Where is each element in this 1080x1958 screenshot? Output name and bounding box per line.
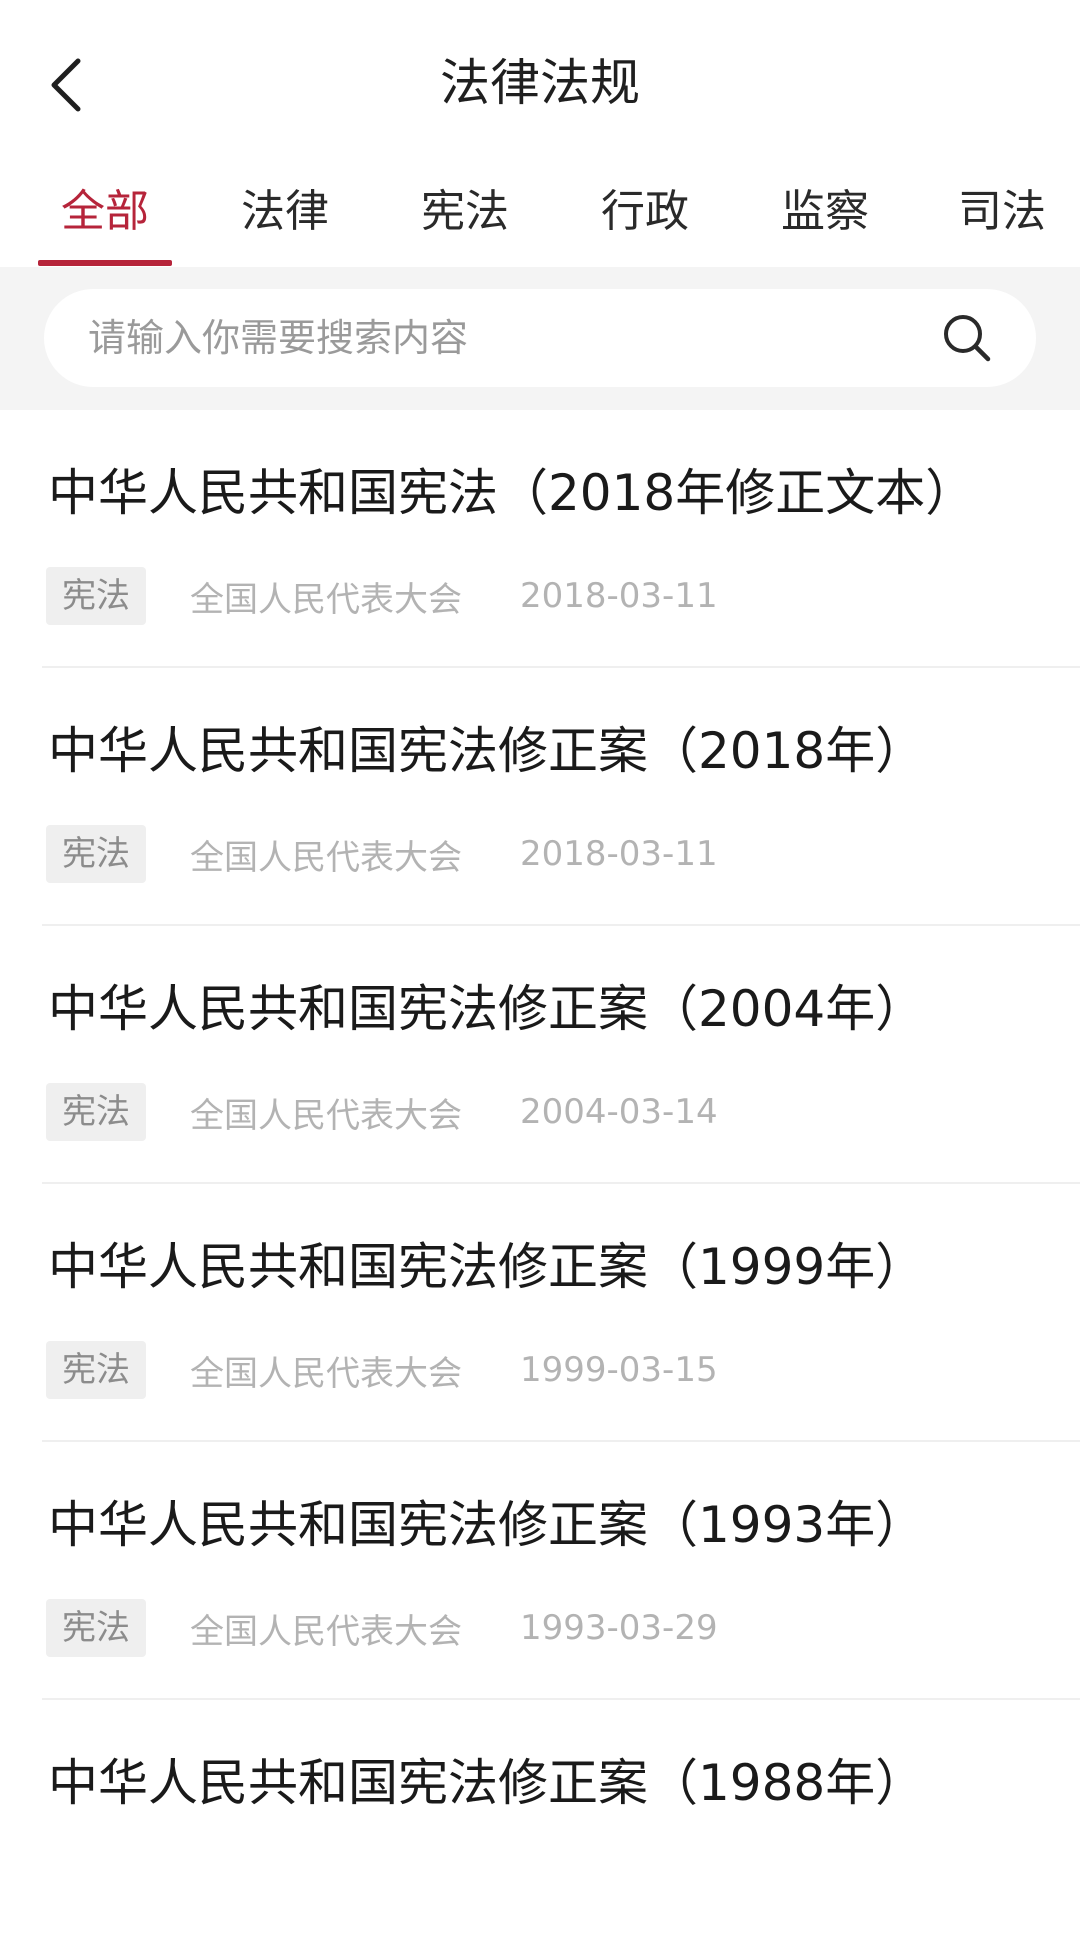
category-tag: 宪法 bbox=[46, 567, 146, 625]
search-icon[interactable] bbox=[940, 311, 994, 365]
tab-supervision[interactable]: 监察 bbox=[735, 177, 915, 267]
search-box bbox=[44, 289, 1036, 387]
list-item[interactable]: 中华人民共和国宪法修正案（1993年） 宪法 全国人民代表大会 1993-03-… bbox=[42, 1442, 1080, 1700]
item-source: 全国人民代表大会 bbox=[190, 1611, 462, 1652]
list-item[interactable]: 中华人民共和国宪法（2018年修正文本） 宪法 全国人民代表大会 2018-03… bbox=[42, 410, 1080, 668]
list-item[interactable]: 中华人民共和国宪法修正案（1999年） 宪法 全国人民代表大会 1999-03-… bbox=[42, 1184, 1080, 1442]
tab-label: 司法 bbox=[958, 186, 1046, 237]
tab-label: 宪法 bbox=[421, 186, 509, 237]
law-list: 中华人民共和国宪法（2018年修正文本） 宪法 全国人民代表大会 2018-03… bbox=[0, 410, 1080, 1958]
header-bar: 法律法规 bbox=[0, 0, 1080, 165]
tab-judicial[interactable]: 司法 bbox=[912, 177, 1080, 267]
category-tag: 宪法 bbox=[46, 825, 146, 883]
list-item[interactable]: 中华人民共和国宪法修正案（2018年） 宪法 全国人民代表大会 2018-03-… bbox=[42, 668, 1080, 926]
tab-label: 全部 bbox=[61, 186, 149, 237]
item-title: 中华人民共和国宪法修正案（1993年） bbox=[48, 1496, 926, 1554]
category-tabs: 全部 法律 宪法 行政 监察 司法 bbox=[0, 165, 1080, 267]
tab-constitution[interactable]: 宪法 bbox=[375, 177, 555, 267]
list-item[interactable]: 中华人民共和国宪法修正案（1988年） bbox=[42, 1700, 1080, 1958]
category-tag: 宪法 bbox=[46, 1599, 146, 1657]
item-date: 1993-03-29 bbox=[520, 1608, 718, 1648]
item-source: 全国人民代表大会 bbox=[190, 837, 462, 878]
search-input[interactable] bbox=[88, 289, 908, 387]
tab-label: 法律 bbox=[241, 186, 329, 237]
item-source: 全国人民代表大会 bbox=[190, 1095, 462, 1136]
category-tag: 宪法 bbox=[46, 1083, 146, 1141]
item-title: 中华人民共和国宪法修正案（1999年） bbox=[48, 1238, 926, 1296]
item-title: 中华人民共和国宪法修正案（2004年） bbox=[48, 980, 926, 1038]
back-button[interactable] bbox=[40, 50, 90, 120]
item-title: 中华人民共和国宪法（2018年修正文本） bbox=[48, 464, 976, 522]
item-title: 中华人民共和国宪法修正案（1988年） bbox=[48, 1754, 926, 1812]
item-date: 2018-03-11 bbox=[520, 834, 718, 874]
list-item[interactable]: 中华人民共和国宪法修正案（2004年） 宪法 全国人民代表大会 2004-03-… bbox=[42, 926, 1080, 1184]
chevron-left-icon bbox=[51, 58, 81, 112]
item-date: 2018-03-11 bbox=[520, 576, 718, 616]
item-source: 全国人民代表大会 bbox=[190, 579, 462, 620]
item-date: 1999-03-15 bbox=[520, 1350, 718, 1390]
item-meta: 宪法 全国人民代表大会 2018-03-11 bbox=[46, 566, 718, 626]
item-meta: 宪法 全国人民代表大会 1993-03-29 bbox=[46, 1598, 718, 1658]
tab-all[interactable]: 全部 bbox=[15, 177, 195, 267]
tab-administrative[interactable]: 行政 bbox=[555, 177, 735, 267]
item-source: 全国人民代表大会 bbox=[190, 1353, 462, 1394]
tab-label: 行政 bbox=[601, 186, 689, 237]
active-tab-indicator bbox=[38, 260, 172, 266]
item-meta: 宪法 全国人民代表大会 2004-03-14 bbox=[46, 1082, 718, 1142]
item-meta: 宪法 全国人民代表大会 2018-03-11 bbox=[46, 824, 718, 884]
tab-label: 监察 bbox=[781, 186, 869, 237]
category-tag: 宪法 bbox=[46, 1341, 146, 1399]
page-title: 法律法规 bbox=[440, 54, 640, 112]
item-title: 中华人民共和国宪法修正案（2018年） bbox=[48, 722, 926, 780]
tab-law[interactable]: 法律 bbox=[195, 177, 375, 267]
search-area bbox=[0, 267, 1080, 410]
item-meta: 宪法 全国人民代表大会 1999-03-15 bbox=[46, 1340, 718, 1400]
item-date: 2004-03-14 bbox=[520, 1092, 718, 1132]
